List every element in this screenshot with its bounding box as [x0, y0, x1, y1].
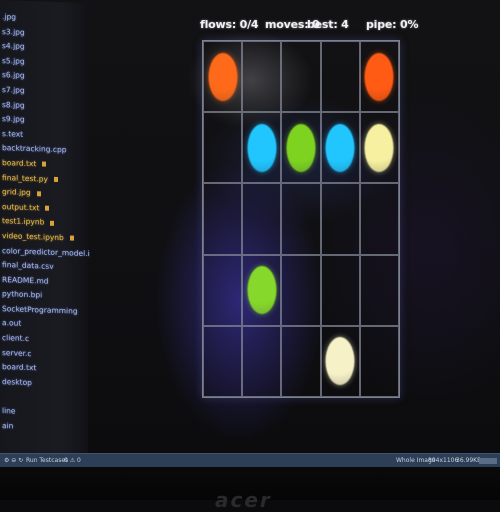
file-name: final_test.py — [2, 172, 48, 184]
file-name: desktop — [2, 376, 32, 387]
board-cell[interactable] — [281, 254, 321, 326]
best-score: best: 4 — [307, 18, 349, 31]
flow-endpoint-dot[interactable] — [208, 52, 238, 101]
board-cell[interactable] — [242, 254, 282, 326]
file-name: s7.jpg — [2, 85, 25, 95]
board-cell[interactable] — [320, 254, 360, 326]
file-name: s5.jpg — [2, 55, 25, 66]
board-cell[interactable] — [320, 112, 360, 184]
run-testcases-button[interactable]: Run Testcases — [26, 454, 68, 468]
file-name: client.c — [2, 333, 30, 344]
flow-endpoint-dot[interactable] — [247, 266, 277, 315]
file-name: color_predictor_model.ipynb — [2, 245, 90, 259]
flow-game-board[interactable] — [202, 40, 400, 398]
file-name: final_data.csv — [2, 260, 54, 271]
file-name: backtracking.cpp — [2, 143, 67, 155]
file-name: board.txt — [2, 158, 37, 169]
board-cell[interactable] — [281, 41, 321, 113]
board-cell[interactable] — [203, 183, 243, 255]
board-cell[interactable] — [242, 325, 282, 397]
file-name: SocketProgramming — [2, 303, 78, 316]
flow-endpoint-dot[interactable] — [364, 52, 394, 101]
board-cell[interactable] — [281, 183, 321, 255]
file-name: s9.jpg — [2, 114, 25, 125]
file-name: video_test.ipynb — [2, 230, 64, 243]
board-cell[interactable] — [242, 112, 282, 184]
image-dimensions-label: 894x1106 — [428, 457, 459, 464]
board-cell[interactable] — [359, 41, 399, 113]
file-name: s6.jpg — [2, 70, 25, 81]
file-name: README.md — [2, 274, 49, 286]
board-cell[interactable] — [281, 112, 321, 184]
modified-badge — [36, 190, 41, 197]
problems-indicator[interactable]: 0 ⚠ 0 — [64, 454, 81, 468]
file-name: s4.jpg — [2, 41, 25, 52]
file-name: a.out — [2, 318, 22, 329]
flow-endpoint-dot[interactable] — [286, 123, 316, 172]
file-list: .jpg s3.jpg s4.jpg s5.jpg s6.jpg s7.jpg s8.jpg… — [0, 10, 90, 436]
file-name: s.text — [2, 128, 24, 139]
board-cell[interactable] — [320, 41, 360, 113]
file-name: board.txt — [2, 362, 37, 373]
board-cell[interactable] — [203, 41, 243, 113]
modified-badge — [42, 161, 47, 168]
status-icons: ⚙ ⊖ ↻ — [4, 457, 24, 464]
file-name: python.bpi — [2, 289, 43, 300]
board-cell[interactable] — [320, 183, 360, 255]
pipe-percentage: pipe: 0% — [366, 18, 419, 31]
file-item[interactable]: ain — [0, 419, 90, 437]
file-name: test1.ipynb — [2, 216, 45, 227]
file-explorer-sidebar: .jpg s3.jpg s4.jpg s5.jpg s6.jpg s7.jpg s8.jpg… — [0, 0, 90, 459]
board-cell[interactable] — [281, 325, 321, 397]
board-cell[interactable] — [359, 112, 399, 184]
board-cell[interactable] — [203, 254, 243, 326]
flow-endpoint-dot[interactable] — [364, 123, 394, 172]
board-cell[interactable] — [359, 325, 399, 397]
status-toggle-box[interactable] — [477, 454, 497, 468]
board-cell[interactable] — [203, 325, 243, 397]
board-cell[interactable] — [203, 112, 243, 184]
modified-badge — [53, 176, 58, 183]
board-cell[interactable] — [359, 183, 399, 255]
monitor-brand-logo: acer — [215, 488, 272, 512]
board-cell[interactable] — [242, 183, 282, 255]
game-stats-bar: flows: 0/4 moves: 0 best: 4 pipe: 0% — [0, 18, 500, 32]
file-name: grid.jpg — [2, 187, 31, 198]
file-name: ain — [2, 420, 14, 431]
file-name: server.c — [2, 347, 32, 358]
status-bar: ⚙ ⊖ ↻ Run Testcases 0 ⚠ 0 Whole Image 89… — [0, 453, 500, 468]
modified-badge — [45, 205, 50, 211]
file-item[interactable]: line — [0, 404, 90, 422]
file-name: output.txt — [2, 201, 40, 213]
flows-counter: flows: 0/4 — [200, 18, 259, 31]
file-name: s8.jpg — [2, 99, 25, 110]
file-name: line — [2, 406, 16, 416]
board-cell[interactable] — [242, 41, 282, 113]
modified-badge — [50, 220, 55, 226]
modified-badge — [69, 235, 74, 241]
flow-endpoint-dot[interactable] — [325, 337, 355, 386]
board-cell[interactable] — [320, 325, 360, 397]
flow-endpoint-dot[interactable] — [247, 123, 277, 172]
flow-endpoint-dot[interactable] — [325, 123, 355, 172]
board-cell[interactable] — [359, 254, 399, 326]
